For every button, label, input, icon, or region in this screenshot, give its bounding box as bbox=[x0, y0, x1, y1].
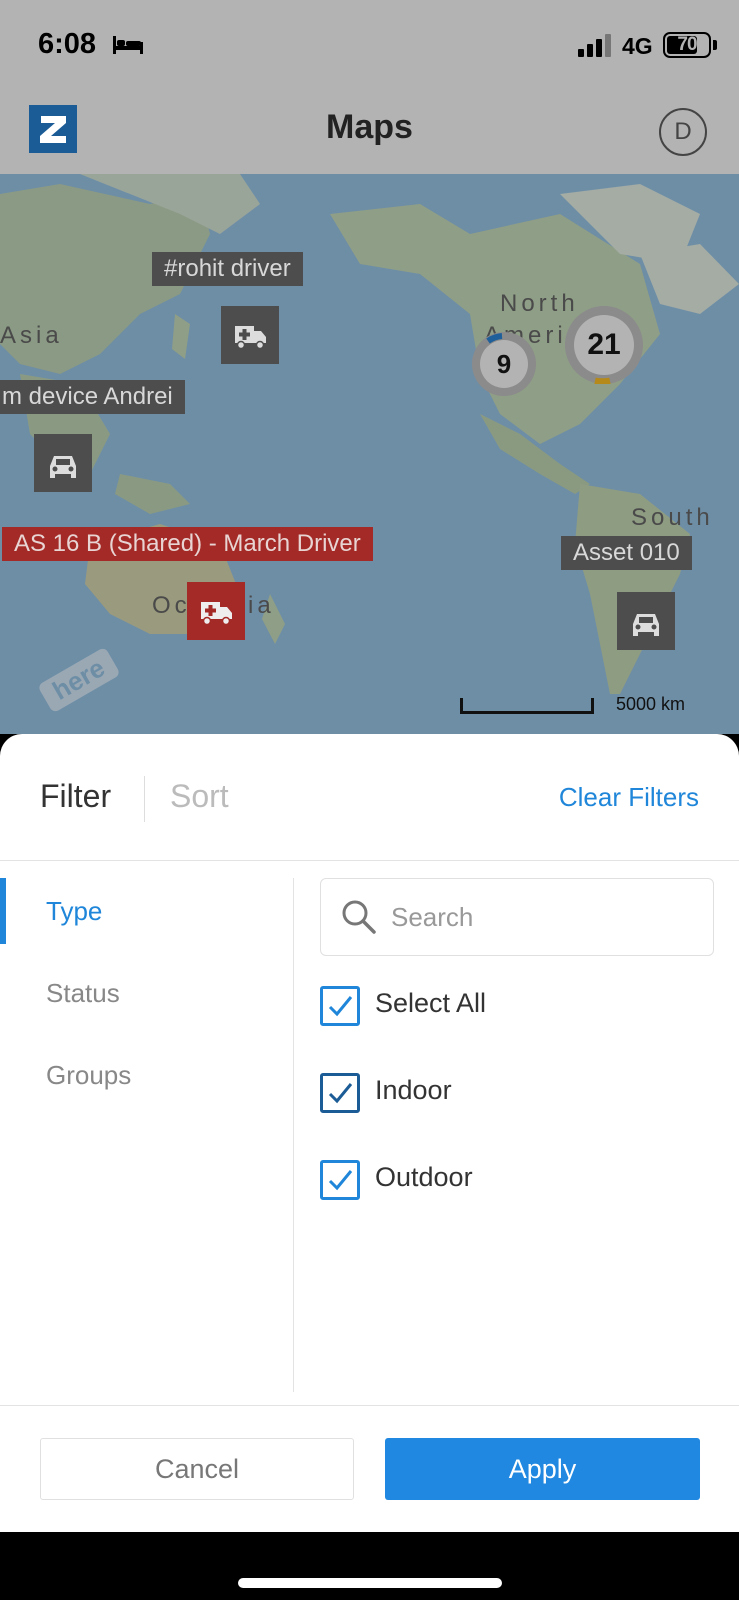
map-scale-label: 5000 km bbox=[616, 694, 686, 714]
checkmark-icon bbox=[328, 996, 353, 1017]
status-time: 6:08 bbox=[38, 28, 97, 60]
cluster-marker[interactable]: 21 bbox=[565, 306, 643, 384]
car-icon[interactable] bbox=[617, 592, 675, 650]
vehicle-marker-label[interactable]: m device Andrei bbox=[0, 380, 185, 414]
option-label: Select All bbox=[375, 988, 487, 1018]
page-title: Maps bbox=[326, 108, 413, 146]
apply-button[interactable]: Apply bbox=[385, 1438, 700, 1500]
here-logo: here bbox=[39, 648, 119, 712]
search-input[interactable] bbox=[391, 897, 691, 937]
filter-sheet: Filter Sort Clear Filters Type Status Gr… bbox=[0, 734, 739, 1532]
category-status[interactable]: Status bbox=[46, 978, 120, 1009]
map-region-label: South bbox=[631, 504, 714, 531]
tab-filter[interactable]: Filter bbox=[40, 778, 111, 815]
avatar[interactable]: D bbox=[659, 108, 707, 156]
bed-icon bbox=[112, 34, 144, 56]
cluster-marker[interactable]: 9 bbox=[472, 332, 536, 396]
tab-sort[interactable]: Sort bbox=[170, 778, 229, 815]
active-indicator bbox=[0, 878, 6, 944]
ambulance-icon[interactable] bbox=[221, 306, 279, 364]
ambulance-icon[interactable] bbox=[187, 582, 245, 640]
battery-cap bbox=[713, 40, 717, 50]
option-label: Outdoor bbox=[375, 1162, 473, 1192]
cellular-signal-icon bbox=[578, 33, 614, 57]
map-view[interactable]: Asia North Ameri South Oc ia #rohit driv… bbox=[0, 174, 739, 734]
map-region-label: ia bbox=[248, 592, 275, 619]
cluster-count: 21 bbox=[574, 315, 634, 375]
battery-icon: 70 bbox=[663, 32, 711, 58]
map-region-label: Oc bbox=[152, 592, 191, 619]
filter-category-nav: Type Status Groups bbox=[0, 878, 294, 1392]
option-label: Indoor bbox=[375, 1075, 452, 1105]
tab-divider bbox=[144, 776, 145, 822]
map-region-label: Asia bbox=[0, 322, 63, 349]
select-all-checkbox[interactable] bbox=[320, 986, 360, 1026]
search-box[interactable] bbox=[320, 878, 714, 956]
divider bbox=[293, 878, 294, 1392]
divider bbox=[0, 1405, 739, 1406]
home-indicator[interactable] bbox=[238, 1578, 502, 1588]
network-type: 4G bbox=[622, 33, 653, 59]
car-icon[interactable] bbox=[34, 434, 92, 492]
home-area bbox=[0, 1532, 739, 1600]
battery-level: 70 bbox=[677, 34, 697, 55]
outdoor-checkbox[interactable] bbox=[320, 1160, 360, 1200]
cancel-button[interactable]: Cancel bbox=[40, 1438, 354, 1500]
status-bar: 6:08 4G 70 bbox=[0, 0, 739, 90]
category-type[interactable]: Type bbox=[46, 896, 102, 927]
vehicle-marker-label-alert[interactable]: AS 16 B (Shared) - March Driver bbox=[2, 527, 373, 561]
checkmark-icon bbox=[328, 1170, 353, 1191]
vehicle-marker-label[interactable]: Asset 010 bbox=[561, 536, 692, 570]
indoor-checkbox[interactable] bbox=[320, 1073, 360, 1113]
vehicle-marker-label[interactable]: #rohit driver bbox=[152, 252, 303, 286]
map-scale-bar bbox=[460, 698, 594, 714]
search-icon bbox=[342, 900, 376, 934]
cluster-count: 9 bbox=[480, 340, 528, 388]
divider bbox=[0, 860, 739, 861]
checkmark-icon bbox=[328, 1083, 353, 1104]
app-header: Maps D bbox=[0, 90, 739, 174]
category-groups[interactable]: Groups bbox=[46, 1060, 131, 1091]
clear-filters-link[interactable]: Clear Filters bbox=[559, 782, 699, 813]
